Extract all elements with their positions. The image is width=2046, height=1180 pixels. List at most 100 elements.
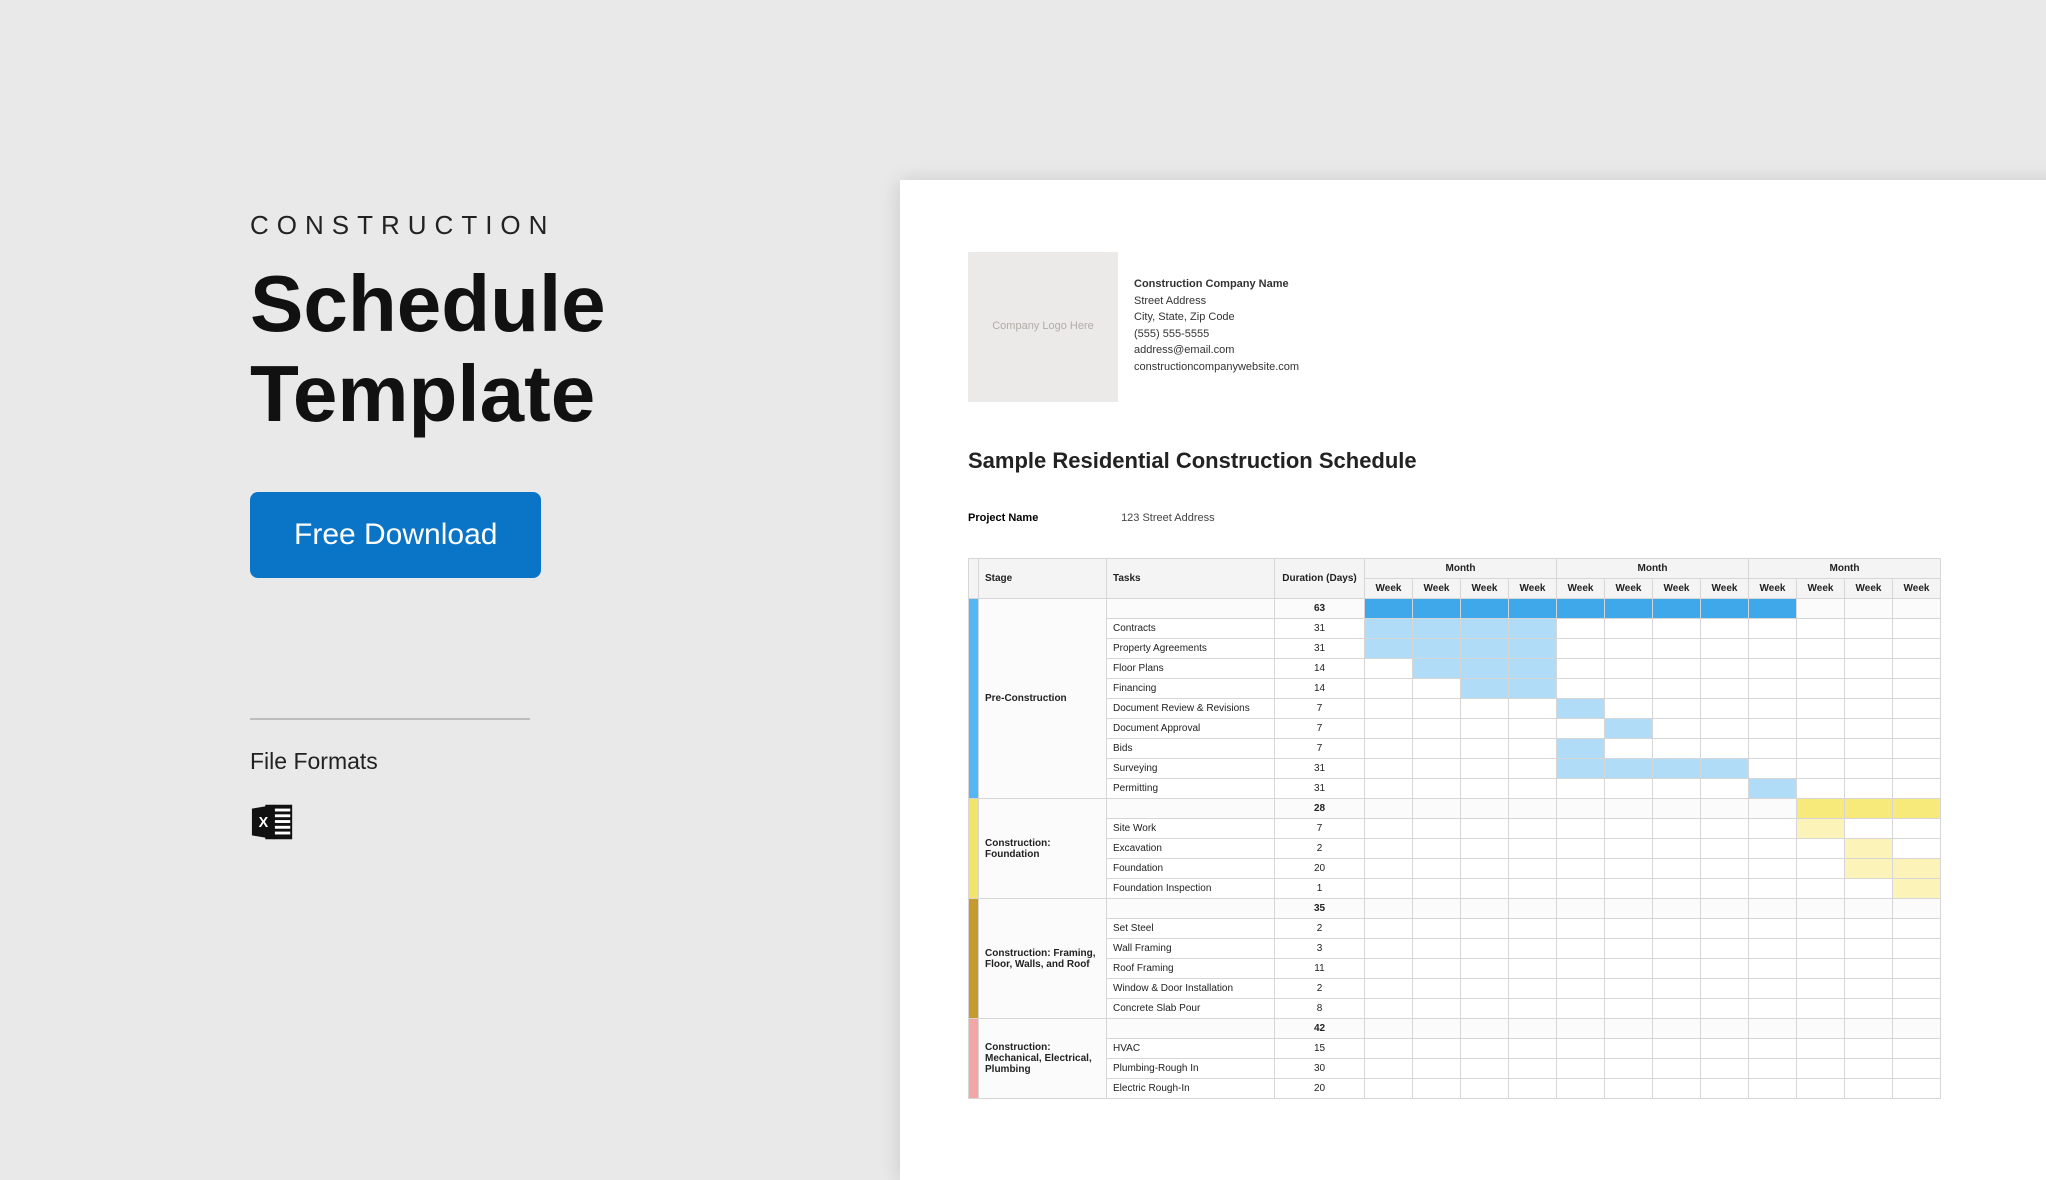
gantt-cell [1413, 939, 1461, 959]
gantt-cell [1413, 1019, 1461, 1039]
gantt-cell [1605, 959, 1653, 979]
gantt-cell [1653, 639, 1701, 659]
gantt-cell [1701, 799, 1749, 819]
gantt-cell [1461, 899, 1509, 919]
gantt-cell [1509, 639, 1557, 659]
gantt-cell [1749, 799, 1797, 819]
gantt-cell [1509, 599, 1557, 619]
gantt-cell [1365, 939, 1413, 959]
gantt-cell [1749, 999, 1797, 1019]
gantt-cell [1461, 1019, 1509, 1039]
gantt-cell [1557, 619, 1605, 639]
gantt-cell [1845, 679, 1893, 699]
gantt-cell [1845, 719, 1893, 739]
gantt-cell [1797, 639, 1845, 659]
gantt-cell [1893, 739, 1941, 759]
gantt-cell [1605, 639, 1653, 659]
company-info: Construction Company Name Street Address… [1134, 252, 1299, 402]
gantt-cell [1701, 599, 1749, 619]
gantt-cell [1365, 859, 1413, 879]
gantt-cell [1365, 799, 1413, 819]
header-week: Week [1845, 579, 1893, 599]
gantt-cell [1749, 759, 1797, 779]
gantt-cell [1413, 639, 1461, 659]
gantt-cell [1365, 919, 1413, 939]
company-name: Construction Company Name [1134, 276, 1299, 293]
stage-name: Pre-Construction [979, 599, 1107, 799]
gantt-cell [1797, 679, 1845, 699]
gantt-cell [1749, 659, 1797, 679]
task-name: Contracts [1107, 619, 1275, 639]
download-button[interactable]: Free Download [250, 492, 541, 578]
gantt-cell [1797, 1039, 1845, 1059]
gantt-cell [1461, 699, 1509, 719]
gantt-cell [1749, 879, 1797, 899]
gantt-cell [1413, 839, 1461, 859]
gantt-cell [1605, 739, 1653, 759]
gantt-cell [1701, 899, 1749, 919]
gantt-cell [1509, 979, 1557, 999]
gantt-cell [1365, 979, 1413, 999]
gantt-cell [1749, 639, 1797, 659]
gantt-cell [1653, 619, 1701, 639]
gantt-cell [1653, 799, 1701, 819]
gantt-cell [1461, 619, 1509, 639]
gantt-cell [1845, 839, 1893, 859]
gantt-cell [1797, 759, 1845, 779]
task-duration: 8 [1275, 999, 1365, 1019]
gantt-cell [1413, 739, 1461, 759]
gantt-cell [1893, 679, 1941, 699]
gantt-cell [1893, 659, 1941, 679]
gantt-cell [1653, 1059, 1701, 1079]
gantt-cell [1365, 1079, 1413, 1099]
gantt-cell [1461, 659, 1509, 679]
header-week: Week [1365, 579, 1413, 599]
task-row: Electric Rough-In20 [969, 1079, 1941, 1099]
gantt-cell [1845, 819, 1893, 839]
gantt-cell [1605, 819, 1653, 839]
gantt-cell [1413, 779, 1461, 799]
task-row: Excavation2 [969, 839, 1941, 859]
gantt-cell [1461, 819, 1509, 839]
gantt-cell [1749, 599, 1797, 619]
task-name: Plumbing-Rough In [1107, 1059, 1275, 1079]
gantt-cell [1749, 699, 1797, 719]
gantt-cell [1365, 839, 1413, 859]
gantt-cell [1413, 879, 1461, 899]
gantt-cell [1797, 659, 1845, 679]
gantt-cell [1557, 979, 1605, 999]
gantt-cell [1461, 939, 1509, 959]
gantt-cell [1557, 879, 1605, 899]
task-duration: 31 [1275, 639, 1365, 659]
task-name: Financing [1107, 679, 1275, 699]
gantt-cell [1413, 1039, 1461, 1059]
gantt-cell [1701, 859, 1749, 879]
header-week: Week [1509, 579, 1557, 599]
gantt-cell [1701, 679, 1749, 699]
task-duration: 1 [1275, 879, 1365, 899]
gantt-cell [1797, 839, 1845, 859]
gantt-cell [1509, 879, 1557, 899]
gantt-cell [1605, 699, 1653, 719]
gantt-cell [1797, 819, 1845, 839]
gantt-cell [1461, 1079, 1509, 1099]
gantt-cell [1749, 979, 1797, 999]
task-name: Permitting [1107, 779, 1275, 799]
gantt-cell [1845, 939, 1893, 959]
task-row: Plumbing-Rough In30 [969, 1059, 1941, 1079]
task-name: Electric Rough-In [1107, 1079, 1275, 1099]
gantt-cell [1557, 779, 1605, 799]
gantt-cell [1605, 839, 1653, 859]
stage-row: Pre-Construction63 [969, 599, 1941, 619]
gantt-cell [1701, 619, 1749, 639]
gantt-cell [1365, 1059, 1413, 1079]
gantt-cell [1845, 1039, 1893, 1059]
gantt-cell [1461, 979, 1509, 999]
gantt-cell [1605, 779, 1653, 799]
gantt-cell [1653, 999, 1701, 1019]
gantt-cell [1653, 659, 1701, 679]
gantt-cell [1413, 999, 1461, 1019]
gantt-cell [1797, 999, 1845, 1019]
gantt-cell [1557, 1019, 1605, 1039]
gantt-cell [1365, 619, 1413, 639]
